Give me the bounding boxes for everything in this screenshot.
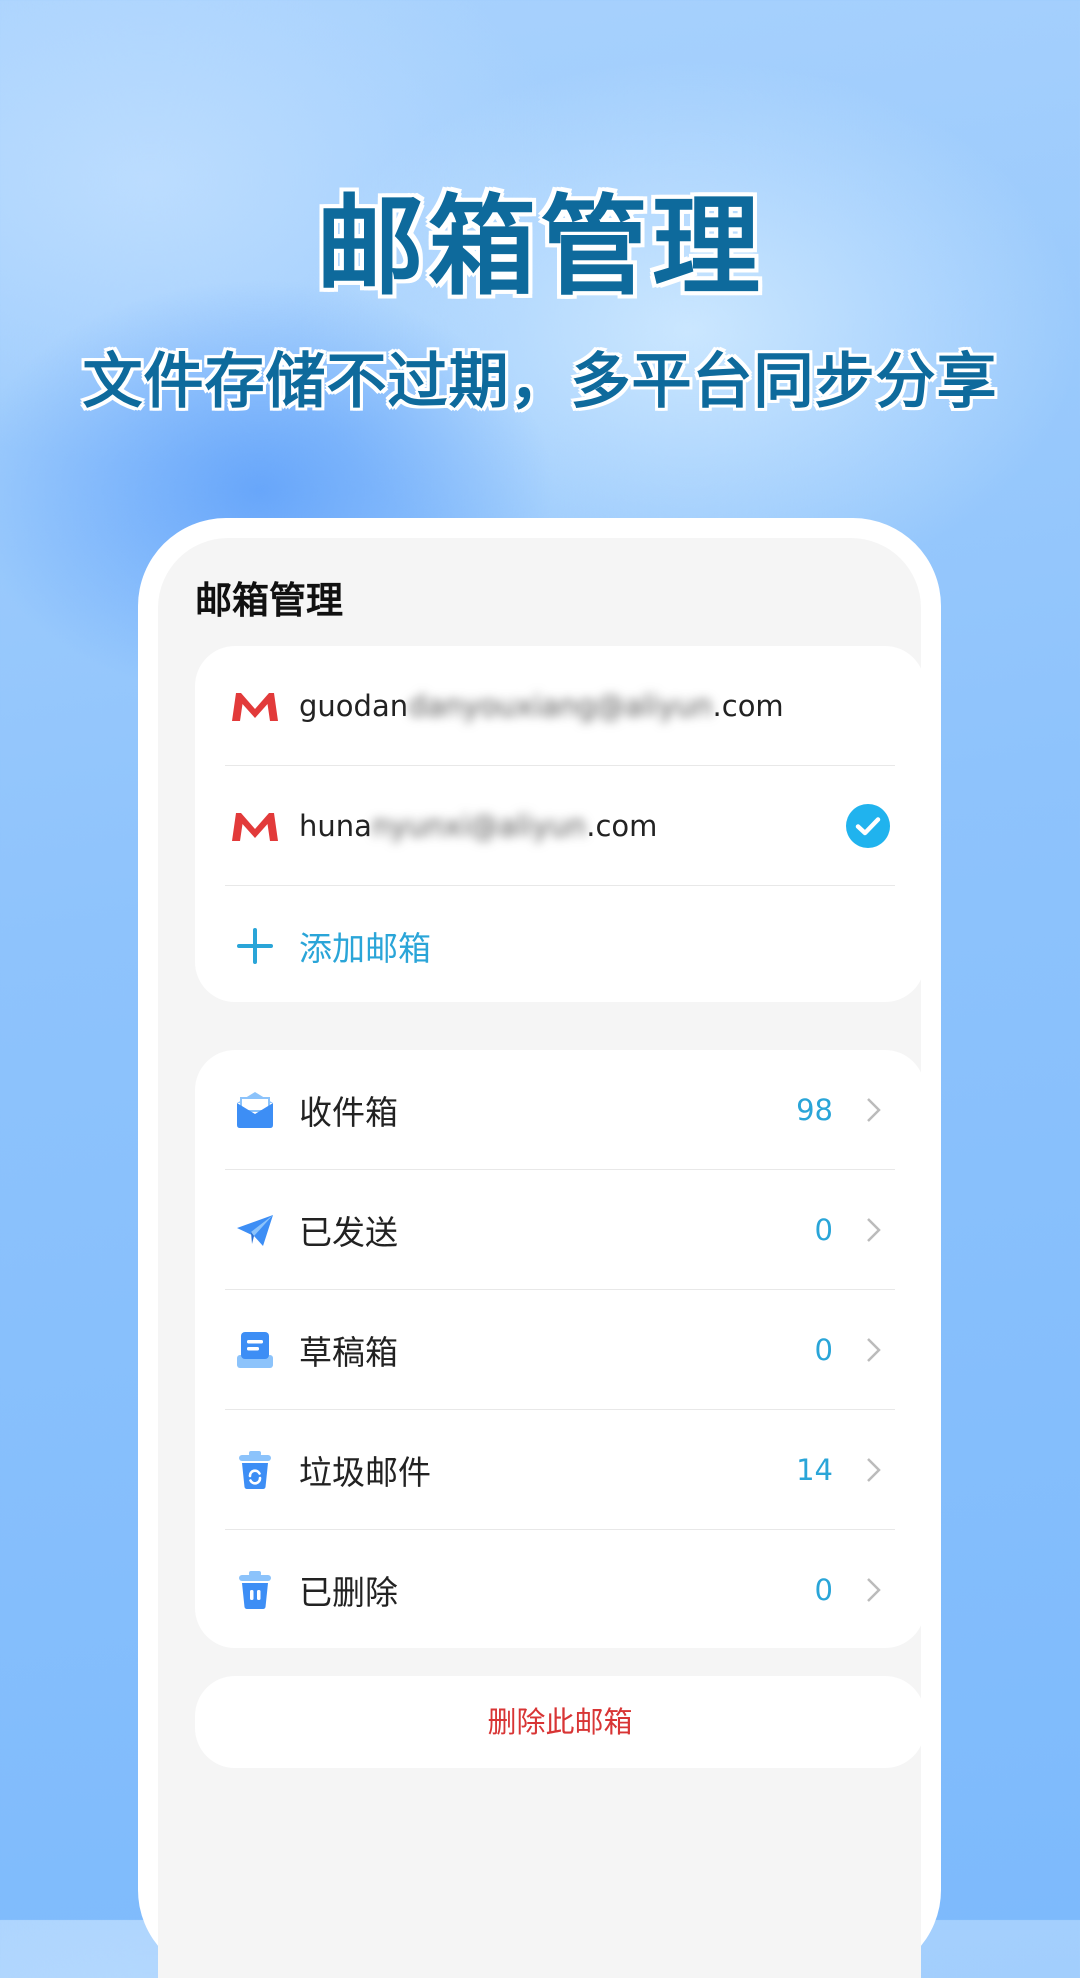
- chevron-right-icon: [867, 1457, 881, 1482]
- gmail-m-icon: [229, 680, 281, 732]
- folder-list: 收件箱 98 已发送 0 草稿箱 0 垃圾邮件 14 已删除 0: [195, 1050, 921, 1648]
- folder-item-trash[interactable]: 已删除 0: [225, 1530, 895, 1648]
- page-title: 邮箱管理: [195, 579, 343, 622]
- spam-icon: [229, 1444, 281, 1496]
- trash-icon: [229, 1564, 281, 1616]
- phone-frame: 邮箱管理 guodandanyouxiang@aliyun.com hunany…: [138, 518, 941, 1978]
- drafts-icon: [229, 1324, 281, 1376]
- gmail-m-icon: [229, 800, 281, 852]
- account-email-hidden: nyunxi@aliyun: [371, 808, 587, 843]
- hero-title: 邮箱管理: [315, 185, 764, 310]
- chevron-right-icon: [867, 1217, 881, 1242]
- delete-mailbox-label: 删除此邮箱: [487, 1705, 633, 1739]
- folder-count: 0: [814, 1212, 833, 1247]
- account-list: guodandanyouxiang@aliyun.com hunanyunxi@…: [195, 646, 921, 1002]
- account-item[interactable]: hunanyunxi@aliyun.com: [225, 766, 895, 886]
- folder-count: 0: [814, 1332, 833, 1367]
- sent-icon: [229, 1204, 281, 1256]
- account-email-suffix: .com: [712, 688, 784, 723]
- folder-item-inbox[interactable]: 收件箱 98: [225, 1050, 895, 1170]
- chevron-right-icon: [867, 1337, 881, 1362]
- account-email-prefix: huna: [299, 808, 372, 843]
- add-account-button[interactable]: 添加邮箱: [225, 886, 895, 1002]
- account-email: hunanyunxi@aliyun.com: [299, 809, 657, 843]
- folder-label: 草稿箱: [299, 1332, 398, 1372]
- add-account-label: 添加邮箱: [299, 928, 431, 968]
- folder-item-drafts[interactable]: 草稿箱 0: [225, 1290, 895, 1410]
- account-email: guodandanyouxiang@aliyun.com: [299, 689, 784, 723]
- folder-count: 98: [796, 1092, 833, 1127]
- folder-item-sent[interactable]: 已发送 0: [225, 1170, 895, 1290]
- folder-count: 0: [814, 1572, 833, 1607]
- plus-icon: [229, 920, 281, 972]
- account-email-suffix: .com: [586, 808, 658, 843]
- folder-label: 已发送: [299, 1212, 398, 1252]
- chevron-right-icon: [867, 1577, 881, 1602]
- folder-label: 收件箱: [299, 1092, 398, 1132]
- phone-screen: 邮箱管理 guodandanyouxiang@aliyun.com hunany…: [158, 538, 921, 1978]
- chevron-right-icon: [867, 1097, 881, 1122]
- delete-mailbox-button[interactable]: 删除此邮箱: [195, 1676, 921, 1768]
- account-item[interactable]: guodandanyouxiang@aliyun.com: [225, 646, 895, 766]
- selected-check-icon: [846, 803, 890, 848]
- folder-label: 已删除: [299, 1572, 398, 1612]
- account-email-prefix: guodan: [299, 688, 409, 723]
- account-email-hidden: danyouxiang@aliyun: [408, 688, 713, 723]
- folder-item-spam[interactable]: 垃圾邮件 14: [225, 1410, 895, 1530]
- hero-subtitle: 文件存储不过期，多平台同步分享: [82, 347, 998, 417]
- folder-count: 14: [796, 1452, 833, 1487]
- inbox-icon: [229, 1084, 281, 1136]
- folder-label: 垃圾邮件: [299, 1452, 431, 1492]
